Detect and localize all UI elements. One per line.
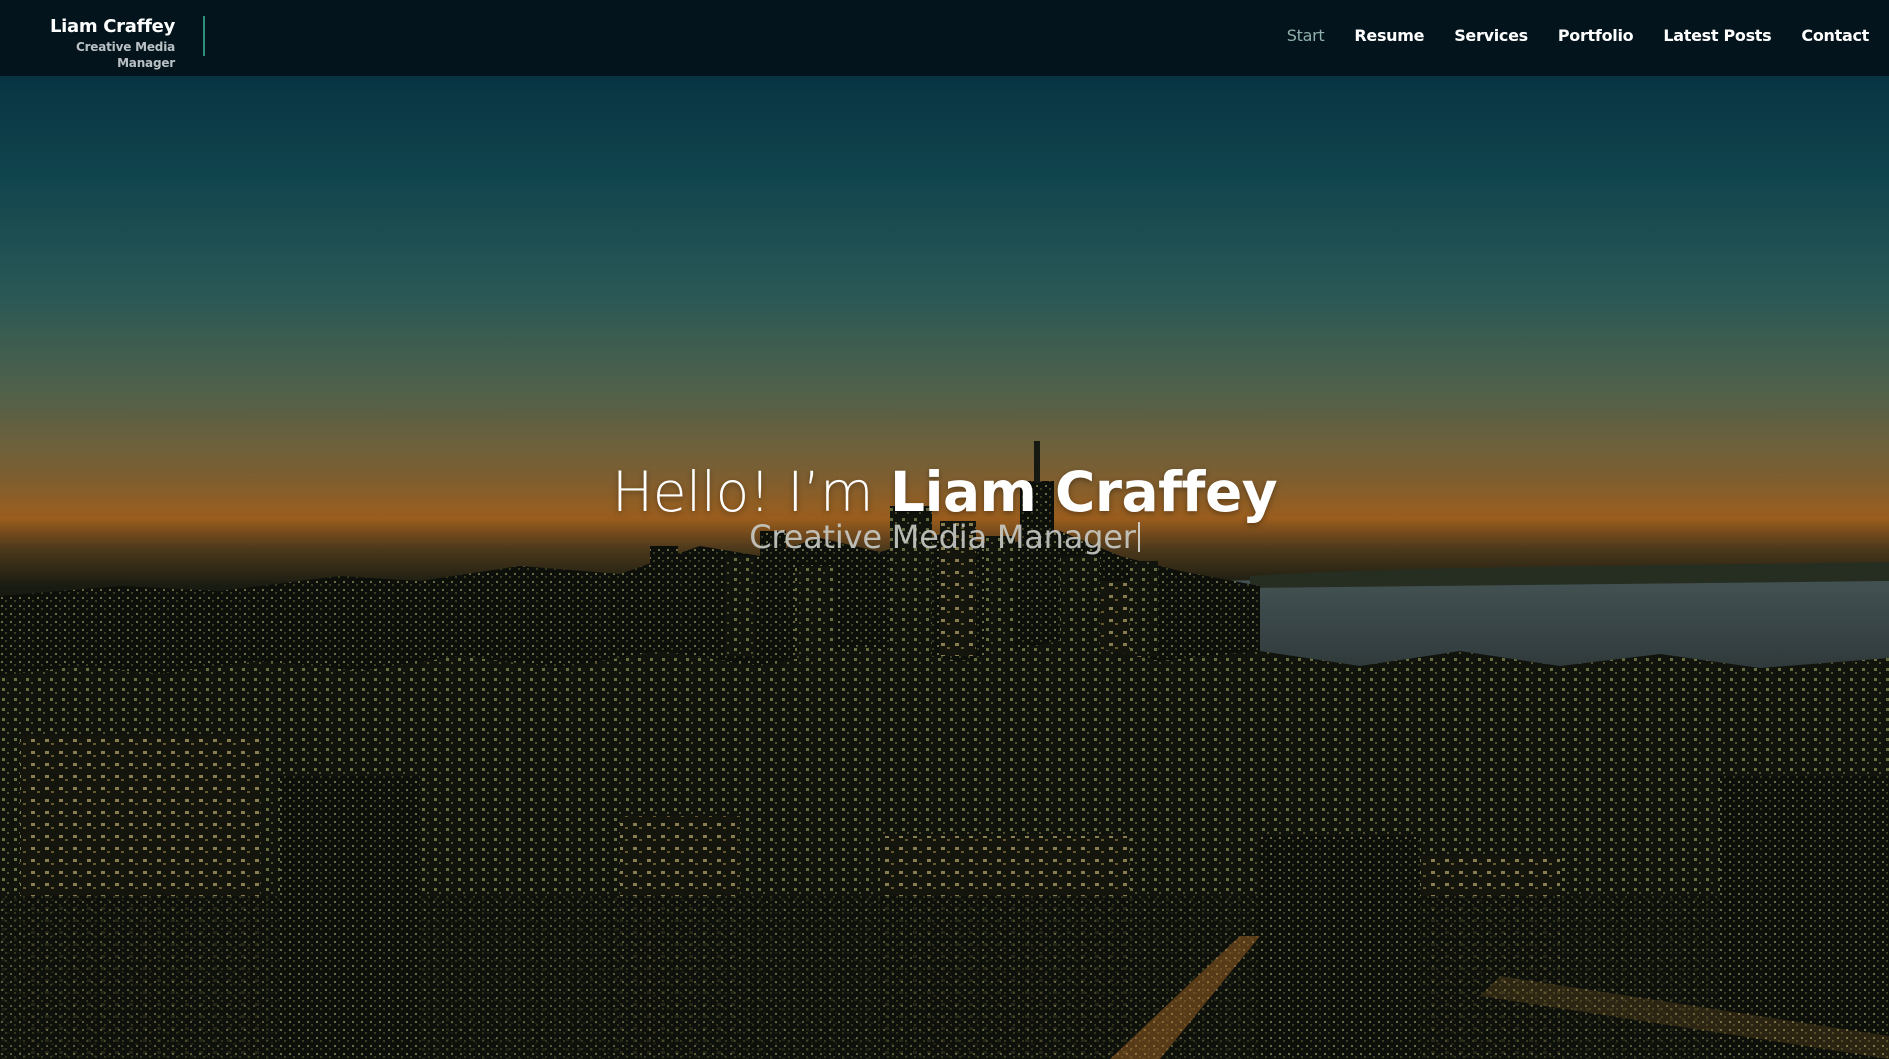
brand-logo[interactable]: Liam Craffey Creative Media Manager bbox=[25, 16, 175, 71]
brand-divider bbox=[203, 16, 205, 56]
nav-item-latest-posts[interactable]: Latest Posts bbox=[1663, 24, 1771, 48]
nav-item-services[interactable]: Services bbox=[1454, 24, 1528, 48]
hero-name: Liam Craffey bbox=[890, 460, 1278, 524]
nav-item-resume[interactable]: Resume bbox=[1354, 24, 1424, 48]
brand-name: Liam Craffey bbox=[49, 16, 175, 37]
hero-greeting: Hello! I’m bbox=[611, 460, 874, 524]
hero-subtitle: Creative Media Manager bbox=[0, 517, 1889, 557]
hero-section: Hello! I’m Liam Craffey Creative Media M… bbox=[0, 76, 1889, 1059]
hero-content: Hello! I’m Liam Craffey Creative Media M… bbox=[0, 459, 1889, 557]
main-nav: Start Resume Services Portfolio Latest P… bbox=[1257, 24, 1870, 48]
top-navbar: Liam Craffey Creative Media Manager Star… bbox=[0, 0, 1889, 76]
nav-item-portfolio[interactable]: Portfolio bbox=[1558, 24, 1634, 48]
nav-item-start[interactable]: Start bbox=[1287, 24, 1325, 48]
typing-cursor bbox=[1137, 522, 1140, 552]
brand-tagline: Creative Media Manager bbox=[75, 40, 175, 70]
hero-heading: Hello! I’m Liam Craffey bbox=[0, 459, 1889, 525]
hero-overlay bbox=[0, 76, 1889, 1059]
hero-subtitle-text: Creative Media Manager bbox=[749, 518, 1136, 556]
nav-item-contact[interactable]: Contact bbox=[1801, 24, 1869, 48]
